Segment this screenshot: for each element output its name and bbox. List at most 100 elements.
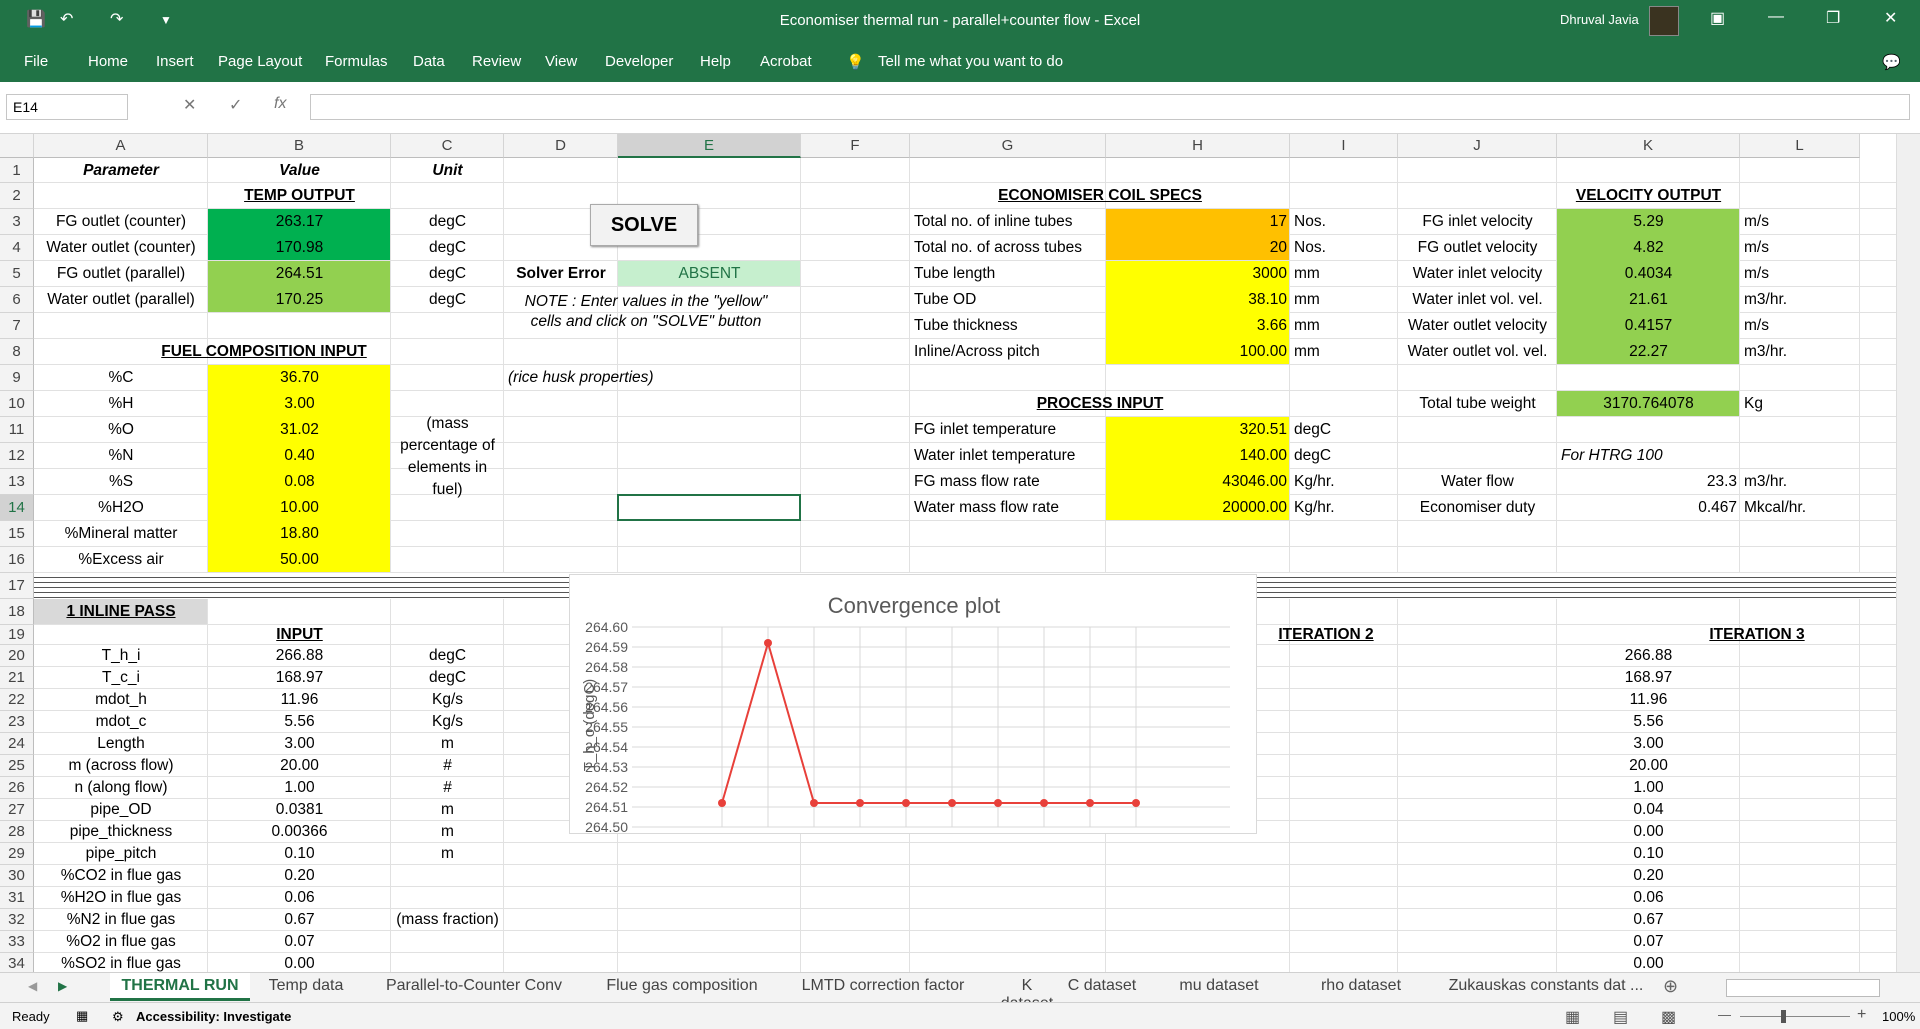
data-point[interactable] (994, 799, 1002, 807)
fuel-param-value[interactable]: 31.02 (208, 417, 391, 443)
row-header-9[interactable]: 9 (0, 365, 34, 391)
coil-spec-value[interactable]: 38.10 (1106, 287, 1290, 313)
column-header-d[interactable]: D (504, 134, 618, 158)
sheet-tab-6[interactable]: K dataset (995, 973, 1059, 1012)
row-header-12[interactable]: 12 (0, 443, 34, 469)
row-header-26[interactable]: 26 (0, 777, 34, 799)
row-header-18[interactable]: 18 (0, 599, 34, 625)
cancel-icon[interactable]: ✕ (183, 95, 196, 115)
data-point[interactable] (948, 799, 956, 807)
tab-view[interactable]: View (545, 53, 577, 70)
horizontal-scrollbar[interactable] (1726, 979, 1880, 997)
row-header-3[interactable]: 3 (0, 209, 34, 235)
tab-help[interactable]: Help (700, 53, 731, 70)
tab-scroll-left-icon[interactable]: ◀ (28, 979, 37, 993)
coil-spec-value[interactable]: 100.00 (1106, 339, 1290, 365)
column-header-l[interactable]: L (1740, 134, 1860, 158)
fuel-param-value[interactable]: 36.70 (208, 365, 391, 391)
column-header-b[interactable]: B (208, 134, 391, 158)
worksheet-grid[interactable]: A B C D E F G H I J K L 1 2 3 4 5 6 7 8 9 10 11 12 13 14 15 16 17 18 1… (0, 134, 1920, 972)
column-header-h[interactable]: H (1106, 134, 1290, 158)
row-header-4[interactable]: 4 (0, 235, 34, 261)
tab-home[interactable]: Home (88, 53, 128, 70)
data-point[interactable] (1132, 799, 1140, 807)
tab-data[interactable]: Data (413, 53, 445, 70)
accessibility-status[interactable]: Accessibility: Investigate (136, 1009, 291, 1024)
enter-icon[interactable]: ✓ (229, 95, 242, 115)
column-header-f[interactable]: F (801, 134, 910, 158)
sheet-tab-5[interactable]: LMTD correction factor (785, 973, 981, 1001)
row-header-5[interactable]: 5 (0, 261, 34, 287)
tab-scroll-right-icon[interactable]: ▶ (58, 979, 67, 993)
process-input-value[interactable]: 320.51 (1106, 417, 1290, 443)
row-header-22[interactable]: 22 (0, 689, 34, 711)
page-layout-view-icon[interactable]: ▤ (1613, 1007, 1628, 1027)
column-header-a[interactable]: A (34, 134, 208, 158)
row-header-17[interactable]: 17 (0, 573, 34, 599)
row-header-13[interactable]: 13 (0, 469, 34, 495)
zoom-slider[interactable] (1740, 1016, 1850, 1017)
page-break-view-icon[interactable]: ▩ (1661, 1007, 1676, 1027)
row-header-10[interactable]: 10 (0, 391, 34, 417)
row-header-23[interactable]: 23 (0, 711, 34, 733)
row-header-33[interactable]: 33 (0, 931, 34, 953)
close-icon[interactable]: ✕ (1884, 8, 1897, 28)
row-header-15[interactable]: 15 (0, 521, 34, 547)
tab-review[interactable]: Review (472, 53, 521, 70)
name-box[interactable]: E14 (6, 94, 128, 120)
fuel-param-value[interactable]: 50.00 (208, 547, 391, 573)
comments-icon[interactable]: 💬 (1882, 53, 1901, 71)
row-header-11[interactable]: 11 (0, 417, 34, 443)
data-point[interactable] (856, 799, 864, 807)
sheet-tab-10[interactable]: Zukauskas constants dat ... (1426, 973, 1666, 1001)
fuel-param-value[interactable]: 0.40 (208, 443, 391, 469)
row-header-19[interactable]: 19 (0, 625, 34, 645)
insert-function-icon[interactable]: fx (274, 95, 286, 113)
sheet-tab-8[interactable]: mu dataset (1145, 973, 1293, 1001)
zoom-slider-thumb[interactable] (1781, 1010, 1786, 1023)
row-header-24[interactable]: 24 (0, 733, 34, 755)
process-input-value[interactable]: 20000.00 (1106, 495, 1290, 521)
zoom-in-icon[interactable]: + (1857, 1006, 1866, 1024)
column-header-e[interactable]: E (618, 134, 801, 158)
row-header-6[interactable]: 6 (0, 287, 34, 313)
formula-input[interactable] (310, 94, 1910, 120)
tab-developer[interactable]: Developer (605, 53, 673, 70)
add-sheet-icon[interactable]: ⊕ (1663, 976, 1678, 997)
tab-insert[interactable]: Insert (156, 53, 194, 70)
restore-icon[interactable]: ❐ (1826, 8, 1840, 28)
fuel-param-value[interactable]: 3.00 (208, 391, 391, 417)
row-header-29[interactable]: 29 (0, 843, 34, 865)
sheet-tab-4[interactable]: Flue gas composition (592, 973, 772, 1001)
active-cell-e14[interactable] (617, 494, 801, 521)
data-point[interactable] (810, 799, 818, 807)
row-header-14[interactable]: 14 (0, 495, 34, 521)
column-header-k[interactable]: K (1557, 134, 1740, 158)
column-header-i[interactable]: I (1290, 134, 1398, 158)
row-header-1[interactable]: 1 (0, 158, 34, 183)
sheet-tab-1[interactable]: THERMAL RUN (110, 973, 250, 1001)
sheet-tab-3[interactable]: Parallel-to-Counter Conv (370, 973, 578, 1001)
coil-spec-value[interactable]: 3000 (1106, 261, 1290, 287)
row-header-30[interactable]: 30 (0, 865, 34, 887)
data-point[interactable] (764, 639, 772, 647)
data-point[interactable] (718, 799, 726, 807)
sheet-tab-9[interactable]: rho dataset (1306, 973, 1416, 1001)
fuel-param-value[interactable]: 18.80 (208, 521, 391, 547)
fuel-param-value[interactable]: 10.00 (208, 495, 391, 521)
zoom-out-icon[interactable]: — (1718, 1007, 1731, 1022)
coil-spec-value[interactable]: 17 (1106, 209, 1290, 235)
tab-page-layout[interactable]: Page Layout (218, 53, 302, 70)
zoom-level[interactable]: 100% (1882, 1009, 1915, 1024)
fuel-param-value[interactable]: 0.08 (208, 469, 391, 495)
row-header-34[interactable]: 34 (0, 953, 34, 972)
row-header-31[interactable]: 31 (0, 887, 34, 909)
row-header-32[interactable]: 32 (0, 909, 34, 931)
solve-button[interactable]: SOLVE (590, 204, 698, 246)
sheet-tab-7[interactable]: C dataset (1064, 973, 1140, 1001)
vertical-scrollbar[interactable] (1896, 134, 1920, 972)
row-header-25[interactable]: 25 (0, 755, 34, 777)
macro-record-icon[interactable]: ▦ (76, 1008, 88, 1024)
coil-spec-value[interactable]: 20 (1106, 235, 1290, 261)
data-point[interactable] (1040, 799, 1048, 807)
